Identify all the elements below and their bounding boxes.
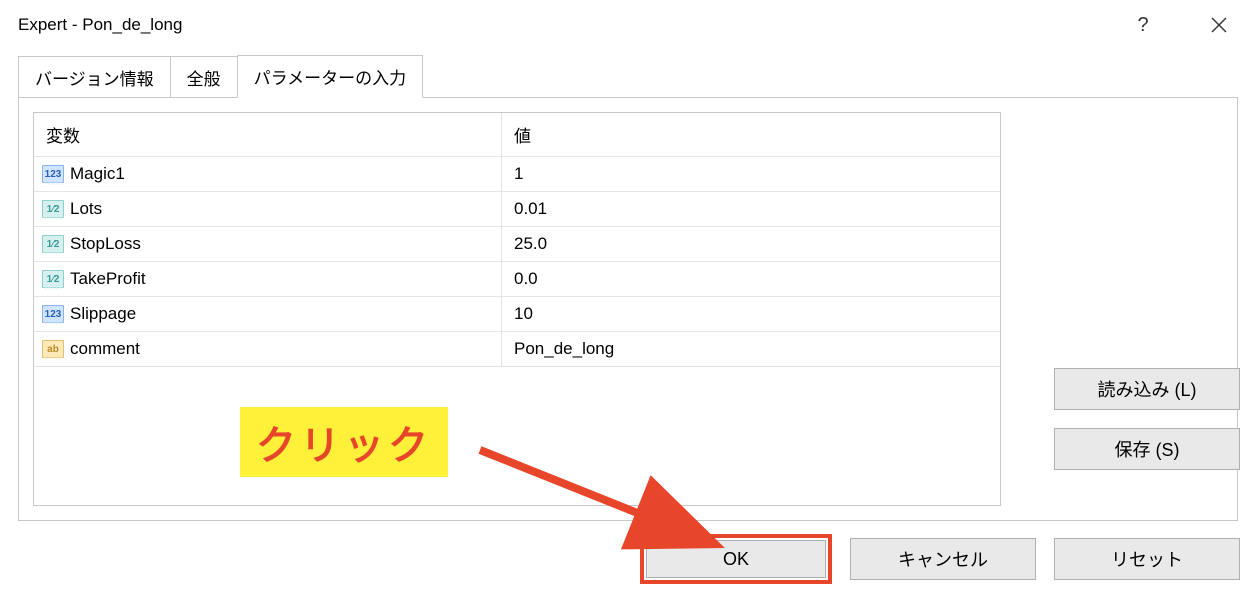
save-button[interactable]: 保存 (S) (1054, 428, 1240, 470)
variable-name: TakeProfit (70, 269, 146, 289)
table-header: 変数 値 (34, 113, 1000, 157)
float-type-icon: 1⁄2 (42, 235, 64, 253)
tab-inputs[interactable]: パラメーターの入力 (237, 55, 424, 98)
tab-label: バージョン情報 (35, 70, 154, 89)
value-cell[interactable]: 1 (502, 157, 1000, 191)
side-buttons: 読み込み (L) 保存 (S) (1054, 368, 1240, 470)
value-cell[interactable]: 25.0 (502, 227, 1000, 261)
table-row[interactable]: 123 Slippage 10 (34, 297, 1000, 332)
load-button[interactable]: 読み込み (L) (1054, 368, 1240, 410)
header-value[interactable]: 値 (502, 113, 1000, 156)
table-row[interactable]: 123 Magic1 1 (34, 157, 1000, 192)
variable-name: comment (70, 339, 140, 359)
header-variable[interactable]: 変数 (34, 113, 502, 156)
float-type-icon: 1⁄2 (42, 200, 64, 218)
tab-strip: バージョン情報 全般 パラメーターの入力 (0, 48, 1256, 98)
variable-cell[interactable]: 1⁄2 TakeProfit (34, 262, 502, 296)
value-cell[interactable]: Pon_de_long (502, 332, 1000, 366)
button-label: キャンセル (898, 546, 988, 572)
titlebar-controls: ? (1120, 7, 1242, 43)
reset-button[interactable]: リセット (1054, 538, 1240, 580)
button-label: 保存 (S) (1115, 436, 1180, 462)
variable-cell[interactable]: ab comment (34, 332, 502, 366)
tab-common[interactable]: 全般 (170, 56, 238, 98)
variable-name: StopLoss (70, 234, 141, 254)
table-row[interactable]: 1⁄2 StopLoss 25.0 (34, 227, 1000, 262)
window-title: Expert - Pon_de_long (18, 15, 182, 35)
variable-cell[interactable]: 1⁄2 Lots (34, 192, 502, 226)
table-row[interactable]: 1⁄2 TakeProfit 0.0 (34, 262, 1000, 297)
str-type-icon: ab (42, 340, 64, 358)
close-button[interactable] (1196, 7, 1242, 43)
tab-version-info[interactable]: バージョン情報 (18, 56, 171, 98)
variable-cell[interactable]: 123 Magic1 (34, 157, 502, 191)
variable-name: Slippage (70, 304, 136, 324)
titlebar: Expert - Pon_de_long ? (0, 0, 1256, 48)
variable-cell[interactable]: 123 Slippage (34, 297, 502, 331)
tab-label: パラメーターの入力 (254, 69, 407, 88)
footer-buttons: OK キャンセル リセット (640, 534, 1240, 584)
value-cell[interactable]: 0.01 (502, 192, 1000, 226)
expert-properties-dialog: Expert - Pon_de_long ? バージョン情報 全般 パラメーター… (0, 0, 1256, 598)
value-cell[interactable]: 10 (502, 297, 1000, 331)
table-row[interactable]: 1⁄2 Lots 0.01 (34, 192, 1000, 227)
parameters-table: 変数 値 123 Magic1 1 1⁄2 Lots 0.01 1⁄2 StopLoss 25.… (33, 112, 1001, 506)
ok-button[interactable]: OK (646, 540, 826, 578)
int-type-icon: 123 (42, 305, 64, 323)
help-button[interactable]: ? (1120, 7, 1166, 43)
button-label: 読み込み (L) (1098, 376, 1197, 402)
button-label: リセット (1111, 546, 1183, 572)
variable-name: Lots (70, 199, 102, 219)
value-cell[interactable]: 0.0 (502, 262, 1000, 296)
variable-name: Magic1 (70, 164, 125, 184)
int-type-icon: 123 (42, 165, 64, 183)
variable-cell[interactable]: 1⁄2 StopLoss (34, 227, 502, 261)
button-label: OK (723, 549, 749, 570)
table-row[interactable]: ab comment Pon_de_long (34, 332, 1000, 367)
float-type-icon: 1⁄2 (42, 270, 64, 288)
close-icon (1211, 17, 1227, 33)
cancel-button[interactable]: キャンセル (850, 538, 1036, 580)
tab-label: 全般 (187, 70, 221, 89)
ok-highlight: OK (640, 534, 832, 584)
click-annotation: クリック (240, 407, 448, 477)
